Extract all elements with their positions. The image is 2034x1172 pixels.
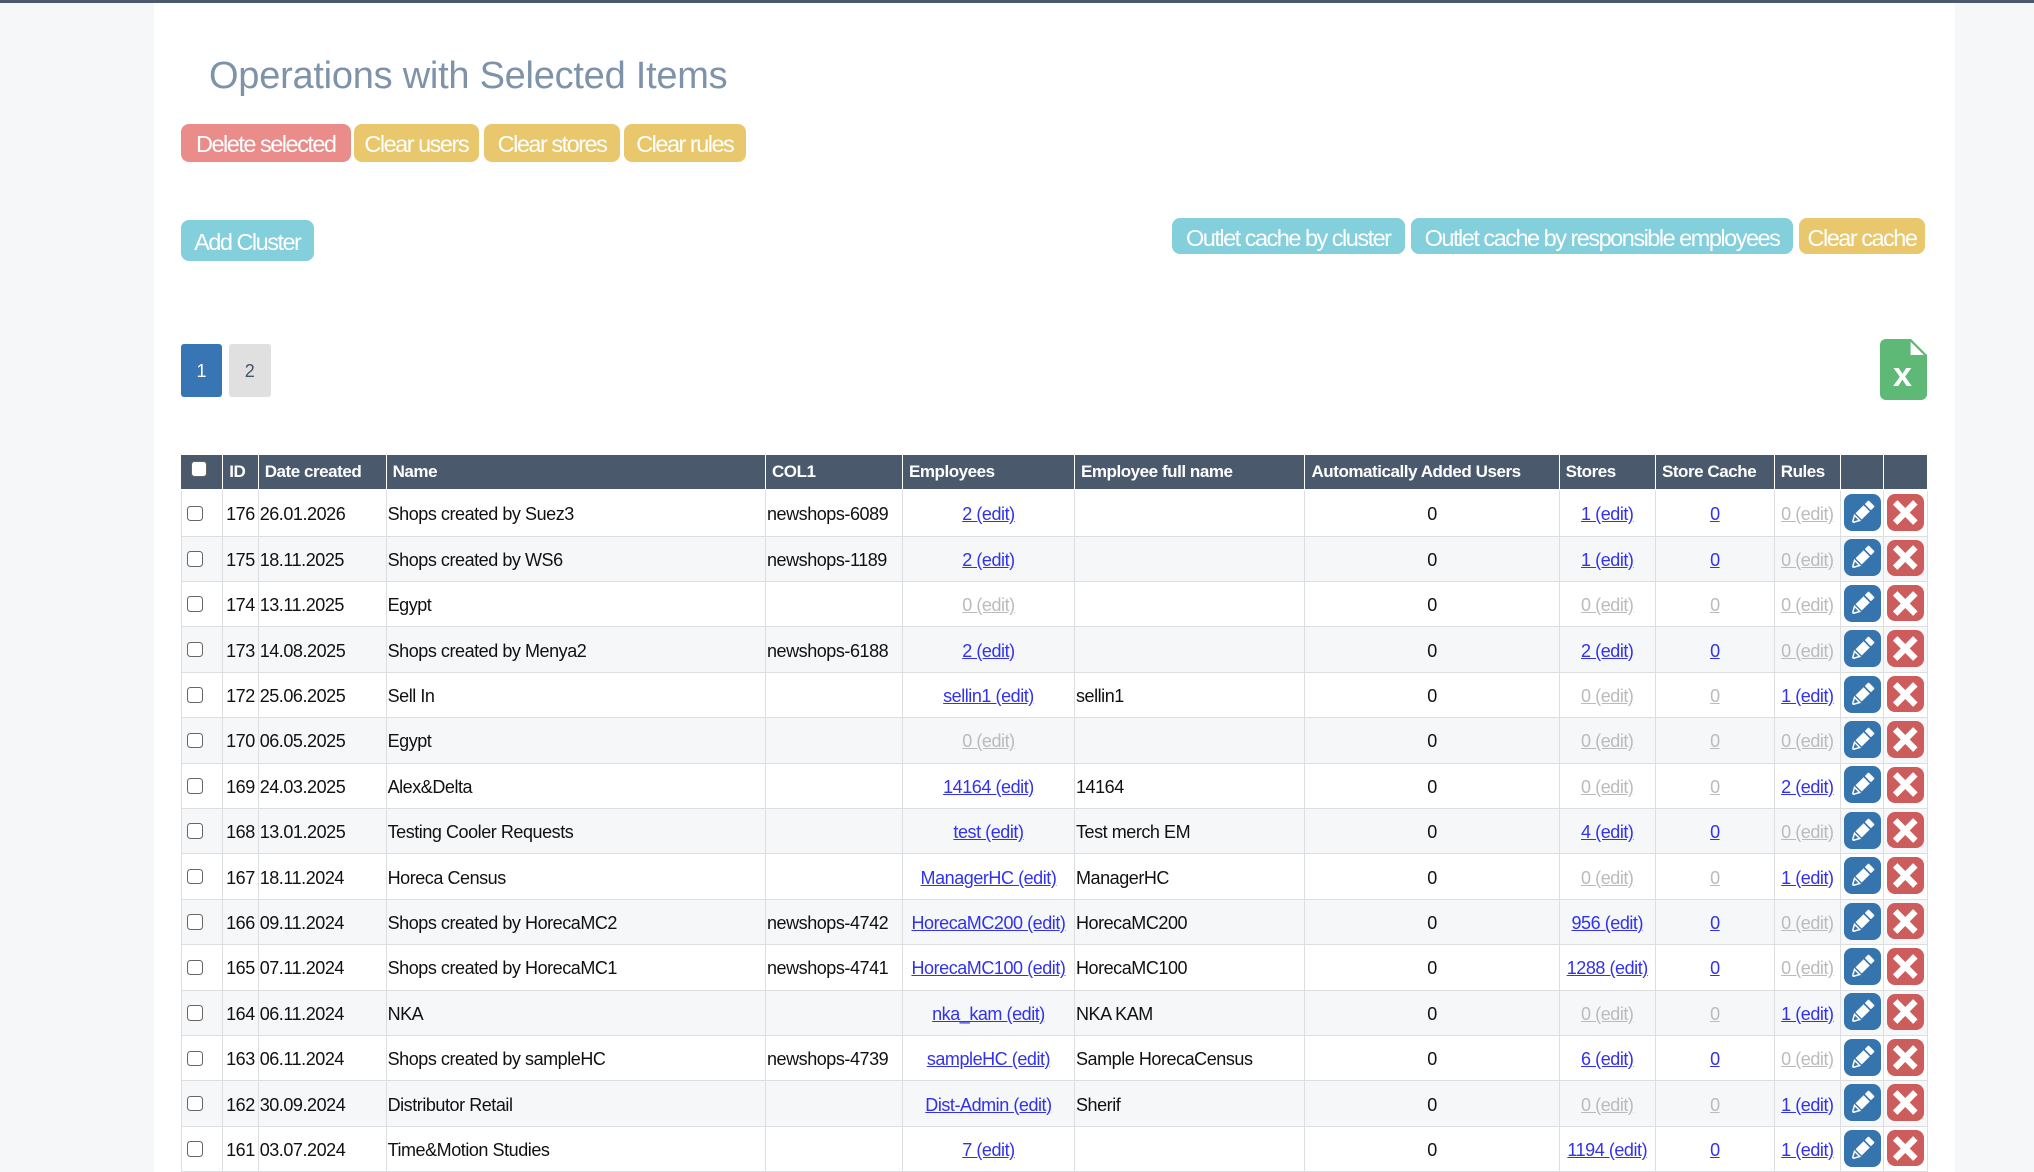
- svg-text:x: x: [1893, 356, 1912, 394]
